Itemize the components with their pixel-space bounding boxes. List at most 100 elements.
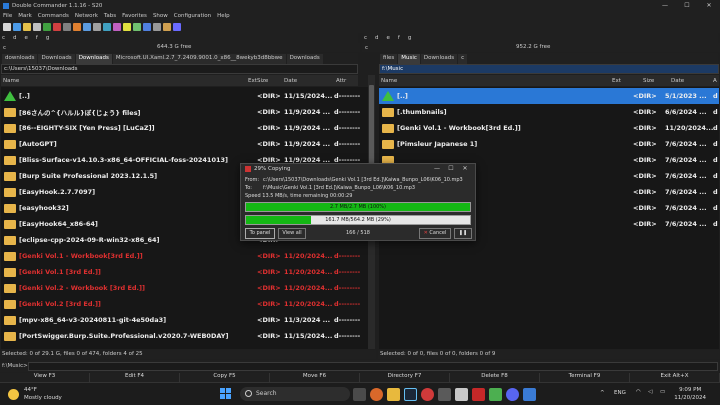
battery-icon[interactable]: ▭ <box>660 389 665 395</box>
directory-f7-button[interactable]: Directory F7 <box>360 373 450 382</box>
drive-button-c[interactable]: c <box>2 35 5 41</box>
tab-downloads-active[interactable]: Downloads <box>75 54 112 64</box>
file-row[interactable]: [Pimsleur Japanese 1] <DIR> 7/6/2024 ... d <box>379 136 719 152</box>
cancel-button[interactable]: ✕ Cancel <box>419 228 451 239</box>
toolbar-button-12-icon[interactable] <box>113 23 121 31</box>
double-commander-icon[interactable] <box>472 388 485 401</box>
right-path-bar[interactable]: f:\Music <box>379 64 719 74</box>
left-path-bar[interactable]: c:\Users\15037\Downloads <box>1 64 358 74</box>
left-current-drive[interactable]: c <box>3 45 6 51</box>
toolbar-button-3-icon[interactable] <box>23 23 31 31</box>
menu-help[interactable]: Help <box>217 13 230 19</box>
exit-button[interactable]: Exit Alt+X <box>630 373 720 382</box>
language-indicator[interactable]: ENG <box>614 390 626 396</box>
toolbar-button-4-icon[interactable] <box>33 23 41 31</box>
menu-network[interactable]: Network <box>75 13 98 19</box>
command-line-input[interactable] <box>28 361 718 371</box>
drive-button-g[interactable]: g <box>46 35 50 41</box>
view-f3-button[interactable]: View F3 <box>0 373 90 382</box>
drive-button-e[interactable]: e <box>387 35 390 41</box>
menu-tabs[interactable]: Tabs <box>104 13 116 19</box>
windows-start-icon[interactable] <box>220 388 232 400</box>
menu-configuration[interactable]: Configuration <box>174 13 211 19</box>
tab-music-active[interactable]: Music <box>398 54 420 64</box>
discord-icon[interactable] <box>506 388 519 401</box>
system-clock[interactable]: 9:09 PM 11/20/2024 <box>674 386 706 402</box>
column-attr[interactable]: Attr <box>336 78 346 84</box>
terminal-icon[interactable] <box>438 388 451 401</box>
blue-app-icon[interactable] <box>523 388 536 401</box>
dialog-close-button[interactable]: ✕ <box>458 165 472 172</box>
volume-icon[interactable]: ◁ <box>648 389 652 395</box>
drive-button-g[interactable]: g <box>408 35 412 41</box>
edit-f4-button[interactable]: Edit F4 <box>90 373 180 382</box>
weather-widget[interactable]: 44°F Mostly cloudy <box>24 386 62 402</box>
menu-show[interactable]: Show <box>153 13 168 19</box>
task-view-icon[interactable] <box>353 388 366 401</box>
drive-button-f[interactable]: f <box>36 35 38 41</box>
tab-downloads[interactable]: downloads <box>2 54 38 64</box>
toolbar-button-7-icon[interactable] <box>63 23 71 31</box>
drive-button-c[interactable]: c <box>364 35 367 41</box>
file-row[interactable]: [..] <DIR> 5/1/2023 ... d <box>379 88 719 104</box>
firefox-icon[interactable] <box>370 388 383 401</box>
column-attr[interactable]: A <box>713 78 717 84</box>
drive-button-d[interactable]: d <box>13 35 17 41</box>
delete-f8-button[interactable]: Delete F8 <box>450 373 540 382</box>
menu-favorites[interactable]: Favorites <box>122 13 147 19</box>
file-row[interactable]: [AutoGPT] <DIR> 11/9/2024 ... d-------- <box>1 136 368 152</box>
toolbar-button-6-icon[interactable] <box>53 23 61 31</box>
move-f6-button[interactable]: Move F6 <box>270 373 360 382</box>
dialog-minimize-button[interactable]: — <box>430 165 444 172</box>
toolbar-button-13-icon[interactable] <box>123 23 131 31</box>
file-row[interactable]: [86--EIGHTY-SIX [Yen Press] [LuCaZ]] <DIR… <box>1 120 368 136</box>
taskbar-search[interactable]: Search <box>240 387 350 401</box>
toolbar-button-18-icon[interactable] <box>173 23 181 31</box>
steam-icon[interactable] <box>404 388 417 401</box>
document-icon[interactable] <box>455 388 468 401</box>
toolbar-button-5-icon[interactable] <box>43 23 51 31</box>
column-size[interactable]: Size <box>257 78 268 84</box>
app-icon-red[interactable] <box>421 388 434 401</box>
to-panel-button[interactable]: To panel <box>245 228 275 239</box>
file-explorer-icon[interactable] <box>387 388 400 401</box>
toolbar-button-10-icon[interactable] <box>93 23 101 31</box>
toolbar-button-17-icon[interactable] <box>163 23 171 31</box>
tab-downloads[interactable]: Downloads <box>286 54 323 64</box>
file-row[interactable]: [.thumbnails] <DIR> 6/6/2024 ... d <box>379 104 719 120</box>
drive-button-d[interactable]: d <box>375 35 379 41</box>
column-ext[interactable]: Ext <box>612 78 621 84</box>
tab-files[interactable]: files <box>380 54 398 64</box>
file-row[interactable]: [mpv-x86_64-v3-20240811-git-4e50da3] <DIR… <box>1 312 368 328</box>
close-button[interactable]: ✕ <box>698 2 720 9</box>
tab-downloads[interactable]: Downloads <box>38 54 75 64</box>
wifi-icon[interactable]: ◠ <box>636 389 641 395</box>
file-row[interactable]: [86さんの^{ハルル}ぼ{じょう} files] <DIR> 11/9/2024 … <box>1 104 368 120</box>
tab-c[interactable]: c <box>458 54 468 64</box>
menu-commands[interactable]: Commands <box>38 13 69 19</box>
terminal-f9-button[interactable]: Terminal F9 <box>540 373 630 382</box>
tab-microsoft-ui-xaml[interactable]: Microsoft.UI.Xaml.2.7_7.2409.9001.0_x86_… <box>112 54 286 64</box>
file-row[interactable]: [Genki Vol.2 - Workbook [3rd Ed.]] <DIR> 1… <box>1 280 368 296</box>
column-date[interactable]: Date <box>671 78 684 84</box>
pause-button[interactable]: ❚❚ <box>454 228 472 239</box>
toolbar-button-9-icon[interactable] <box>83 23 91 31</box>
view-all-button[interactable]: View all <box>278 228 306 239</box>
column-ext[interactable]: Ext <box>248 78 257 84</box>
menu-file[interactable]: File <box>3 13 12 19</box>
toolbar-button-8-icon[interactable] <box>73 23 81 31</box>
minimize-button[interactable]: — <box>654 2 676 9</box>
toolbar-button-16-icon[interactable] <box>153 23 161 31</box>
tab-downloads[interactable]: Downloads <box>420 54 458 64</box>
tray-overflow-icon[interactable]: ^ <box>600 390 605 396</box>
toolbar-button-2-icon[interactable] <box>13 23 21 31</box>
right-current-drive[interactable]: c <box>365 45 368 51</box>
file-row[interactable]: [Genki Vol.1 - Workbook[3rd Ed.]] <DIR> 11… <box>379 120 719 136</box>
column-name[interactable]: Name <box>381 78 397 84</box>
drive-button-e[interactable]: e <box>25 35 28 41</box>
column-size[interactable]: Size <box>643 78 654 84</box>
dialog-maximize-button[interactable]: ☐ <box>444 165 458 172</box>
column-date[interactable]: Date <box>284 78 297 84</box>
drive-button-f[interactable]: f <box>398 35 400 41</box>
toolbar-button-1-icon[interactable] <box>3 23 11 31</box>
